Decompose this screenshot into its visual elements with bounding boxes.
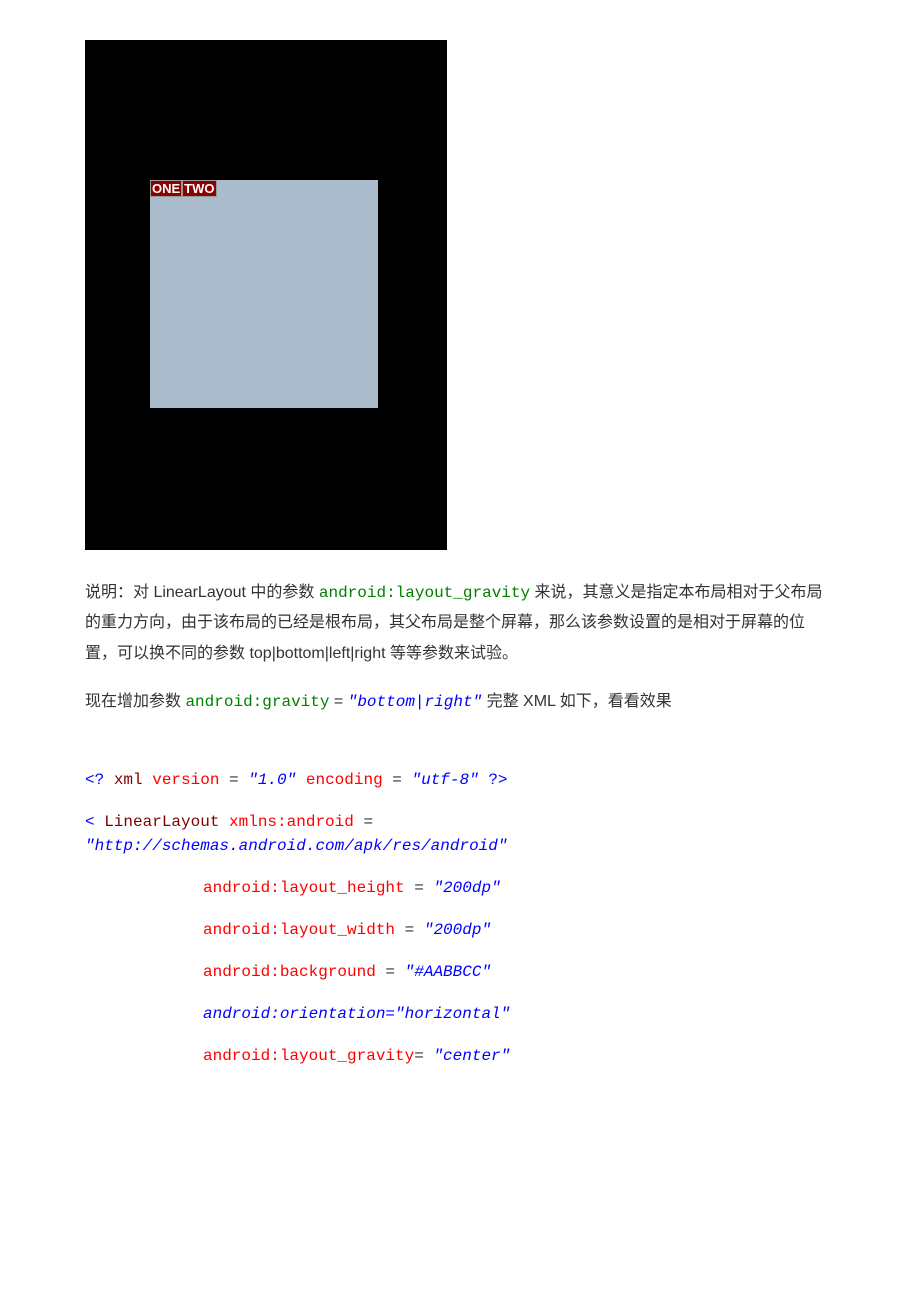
explanation-paragraph-1: 说明：对 LinearLayout 中的参数 android:layout_gr… xyxy=(85,578,835,669)
code-layout-gravity: android:layout_gravity xyxy=(319,584,530,602)
code-gravity-value: "bottom|right" xyxy=(348,693,482,711)
textview-two: TWO xyxy=(182,180,216,197)
xml-attr-height: android:layout_height = "200dp" xyxy=(85,876,835,900)
textview-one: ONE xyxy=(150,180,182,197)
xml-attr-orientation: android:orientation="horizontal" xyxy=(85,1002,835,1026)
linear-layout-box: ONE TWO xyxy=(150,180,378,408)
xml-declaration: <? xml version = "1.0" encoding = "utf-8… xyxy=(85,768,835,792)
xml-attr-width: android:layout_width = "200dp" xyxy=(85,918,835,942)
explanation-paragraph-2: 现在增加参数 android:gravity = "bottom|right" … xyxy=(85,687,835,717)
xml-code-block: <? xml version = "1.0" encoding = "utf-8… xyxy=(85,768,835,1068)
xml-linearlayout-open: < LinearLayout xmlns:android = "http://s… xyxy=(85,810,835,858)
android-screenshot: ONE TWO xyxy=(85,40,447,550)
code-gravity: android:gravity xyxy=(185,693,329,711)
xml-attr-background: android:background = "#AABBCC" xyxy=(85,960,835,984)
xml-attr-layout-gravity: android:layout_gravity= "center" xyxy=(85,1044,835,1068)
